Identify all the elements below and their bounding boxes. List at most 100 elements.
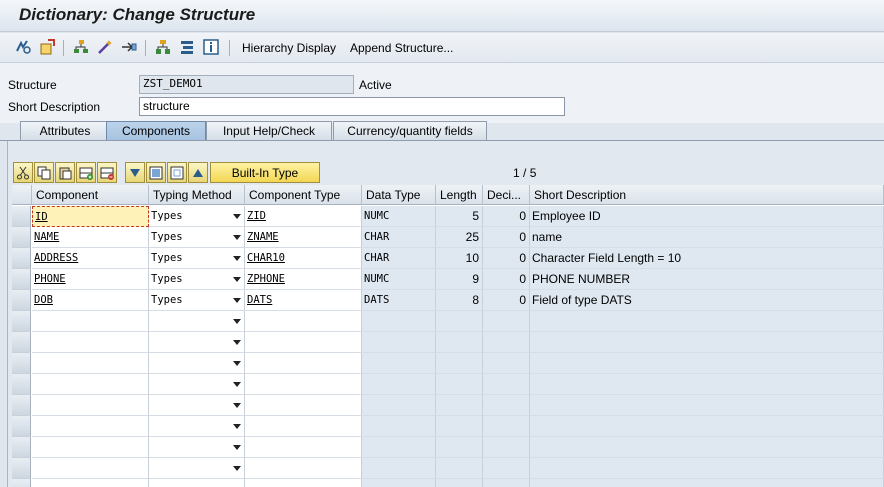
component-type-cell[interactable]	[245, 416, 362, 437]
short-description-field[interactable]: structure	[139, 97, 565, 116]
column-header-component[interactable]: Component	[32, 185, 149, 205]
typing-method-cell[interactable]	[149, 353, 245, 374]
dropdown-arrow-icon[interactable]	[233, 319, 241, 324]
insert-row-icon[interactable]	[76, 162, 96, 183]
row-selector[interactable]	[12, 479, 31, 487]
dropdown-arrow-icon[interactable]	[233, 445, 241, 450]
row-selector[interactable]	[12, 311, 31, 332]
delete-row-icon[interactable]	[97, 162, 117, 183]
component-type-cell[interactable]: ZID	[245, 206, 362, 227]
typing-method-cell[interactable]: Types	[149, 290, 245, 311]
component-type-cell[interactable]	[245, 395, 362, 416]
component-cell[interactable]	[32, 437, 149, 458]
component-cell[interactable]: NAME	[32, 227, 149, 248]
row-selector[interactable]	[12, 227, 31, 248]
cut-row-icon[interactable]	[13, 162, 33, 183]
copy-row-icon[interactable]	[34, 162, 54, 183]
component-type-cell[interactable]	[245, 437, 362, 458]
dropdown-arrow-icon[interactable]	[233, 403, 241, 408]
move-up-icon[interactable]	[188, 162, 208, 183]
paste-row-icon[interactable]	[55, 162, 75, 183]
typing-method-cell[interactable]	[149, 458, 245, 479]
dropdown-arrow-icon[interactable]	[233, 424, 241, 429]
tab-attributes[interactable]: Attributes	[20, 121, 110, 140]
dropdown-arrow-icon[interactable]	[233, 382, 241, 387]
component-cell[interactable]: DOB	[32, 290, 149, 311]
row-selector[interactable]	[12, 332, 31, 353]
dropdown-arrow-icon[interactable]	[233, 361, 241, 366]
column-header-data-type[interactable]: Data Type	[362, 185, 436, 205]
row-selector[interactable]	[12, 458, 31, 479]
row-selector[interactable]	[12, 374, 31, 395]
typing-method-cell[interactable]: Types	[149, 227, 245, 248]
component-cell[interactable]	[32, 332, 149, 353]
info-icon[interactable]	[202, 38, 220, 56]
row-selector[interactable]	[12, 206, 31, 227]
column-header-length[interactable]: Length	[436, 185, 483, 205]
component-type-cell[interactable]	[245, 311, 362, 332]
typing-method-cell[interactable]: Types	[149, 206, 245, 227]
component-type-cell[interactable]	[245, 353, 362, 374]
row-selector[interactable]	[12, 290, 31, 311]
append-structure-button[interactable]: Append Structure...	[350, 41, 453, 55]
dropdown-arrow-icon[interactable]	[233, 340, 241, 345]
typing-method-cell[interactable]	[149, 437, 245, 458]
move-down-icon[interactable]	[125, 162, 145, 183]
structure-field[interactable]: ZST_DEMO1	[139, 75, 354, 94]
typing-method-cell[interactable]	[149, 374, 245, 395]
column-header-typing-method[interactable]: Typing Method	[149, 185, 245, 205]
magic-wand-icon[interactable]	[96, 38, 114, 56]
dropdown-arrow-icon[interactable]	[233, 256, 241, 261]
component-cell[interactable]	[32, 479, 149, 487]
component-type-cell[interactable]	[245, 479, 362, 487]
dropdown-arrow-icon[interactable]	[233, 235, 241, 240]
row-selector[interactable]	[12, 269, 31, 290]
typing-method-cell[interactable]	[149, 416, 245, 437]
select-all-column-header[interactable]	[12, 185, 32, 205]
hierarchy-icon[interactable]	[72, 38, 90, 56]
tab-currency-quantity-fields[interactable]: Currency/quantity fields	[333, 121, 487, 140]
display-change-icon[interactable]	[14, 38, 32, 56]
column-header-short-description[interactable]: Short Description	[530, 185, 884, 205]
component-type-cell[interactable]	[245, 374, 362, 395]
component-cell[interactable]	[32, 374, 149, 395]
component-cell[interactable]	[32, 416, 149, 437]
component-cell[interactable]	[32, 353, 149, 374]
column-header-decimals[interactable]: Deci...	[483, 185, 530, 205]
typing-method-cell[interactable]: Types	[149, 269, 245, 290]
dropdown-arrow-icon[interactable]	[233, 277, 241, 282]
component-type-cell[interactable]: CHAR10	[245, 248, 362, 269]
row-selector[interactable]	[12, 437, 31, 458]
row-selector[interactable]	[12, 353, 31, 374]
component-type-cell[interactable]: DATS	[245, 290, 362, 311]
row-selector[interactable]	[12, 395, 31, 416]
dropdown-arrow-icon[interactable]	[233, 466, 241, 471]
row-selector[interactable]	[12, 416, 31, 437]
hierarchy-display-button[interactable]: Hierarchy Display	[242, 41, 336, 55]
component-type-cell[interactable]: ZNAME	[245, 227, 362, 248]
component-type-cell[interactable]: ZPHONE	[245, 269, 362, 290]
activate-icon[interactable]	[38, 38, 56, 56]
tab-components[interactable]: Components	[106, 121, 206, 140]
typing-method-cell[interactable]	[149, 311, 245, 332]
component-cell[interactable]: ID	[32, 206, 149, 227]
component-cell[interactable]	[32, 458, 149, 479]
object-list-icon[interactable]	[154, 38, 172, 56]
deselect-all-icon[interactable]	[167, 162, 187, 183]
row-selector[interactable]	[12, 248, 31, 269]
typing-method-cell[interactable]	[149, 479, 245, 487]
select-all-icon[interactable]	[146, 162, 166, 183]
dropdown-arrow-icon[interactable]	[233, 214, 241, 219]
component-cell[interactable]: PHONE	[32, 269, 149, 290]
typing-method-cell[interactable]	[149, 332, 245, 353]
dropdown-arrow-icon[interactable]	[233, 298, 241, 303]
typing-method-cell[interactable]: Types	[149, 248, 245, 269]
where-used-icon[interactable]	[120, 38, 138, 56]
component-type-cell[interactable]	[245, 458, 362, 479]
component-type-cell[interactable]	[245, 332, 362, 353]
tab-input-help-check[interactable]: Input Help/Check	[206, 121, 332, 140]
column-header-component-type[interactable]: Component Type	[245, 185, 362, 205]
typing-method-cell[interactable]	[149, 395, 245, 416]
built-in-type-button[interactable]: Built-In Type	[210, 162, 320, 183]
stack-icon[interactable]	[178, 38, 196, 56]
